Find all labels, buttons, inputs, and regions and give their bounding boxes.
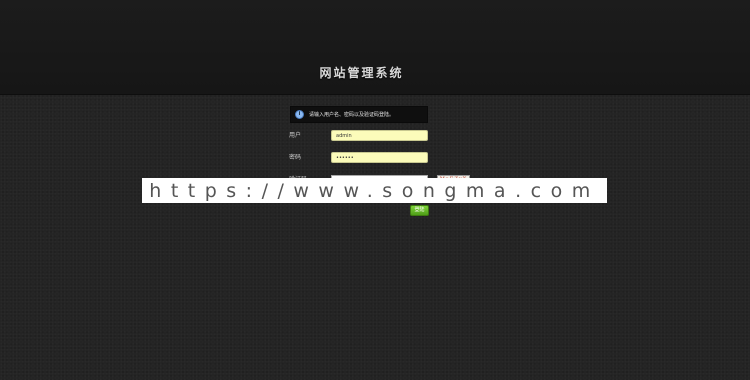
- info-icon: i: [295, 110, 304, 119]
- password-label: 密码: [289, 154, 302, 161]
- login-button[interactable]: 登陆: [410, 205, 429, 216]
- site-title: 网站管理系统: [319, 66, 404, 80]
- username-input[interactable]: [331, 130, 428, 141]
- notice-text: 请输入用户名、密码以及验证码登陆。: [309, 112, 395, 118]
- watermark-text: https://www.songma.com: [149, 179, 600, 202]
- watermark-banner: https://www.songma.com: [142, 178, 607, 203]
- username-label: 用户: [289, 132, 302, 139]
- password-input[interactable]: [331, 152, 428, 163]
- login-notice: i 请输入用户名、密码以及验证码登陆。: [290, 106, 428, 123]
